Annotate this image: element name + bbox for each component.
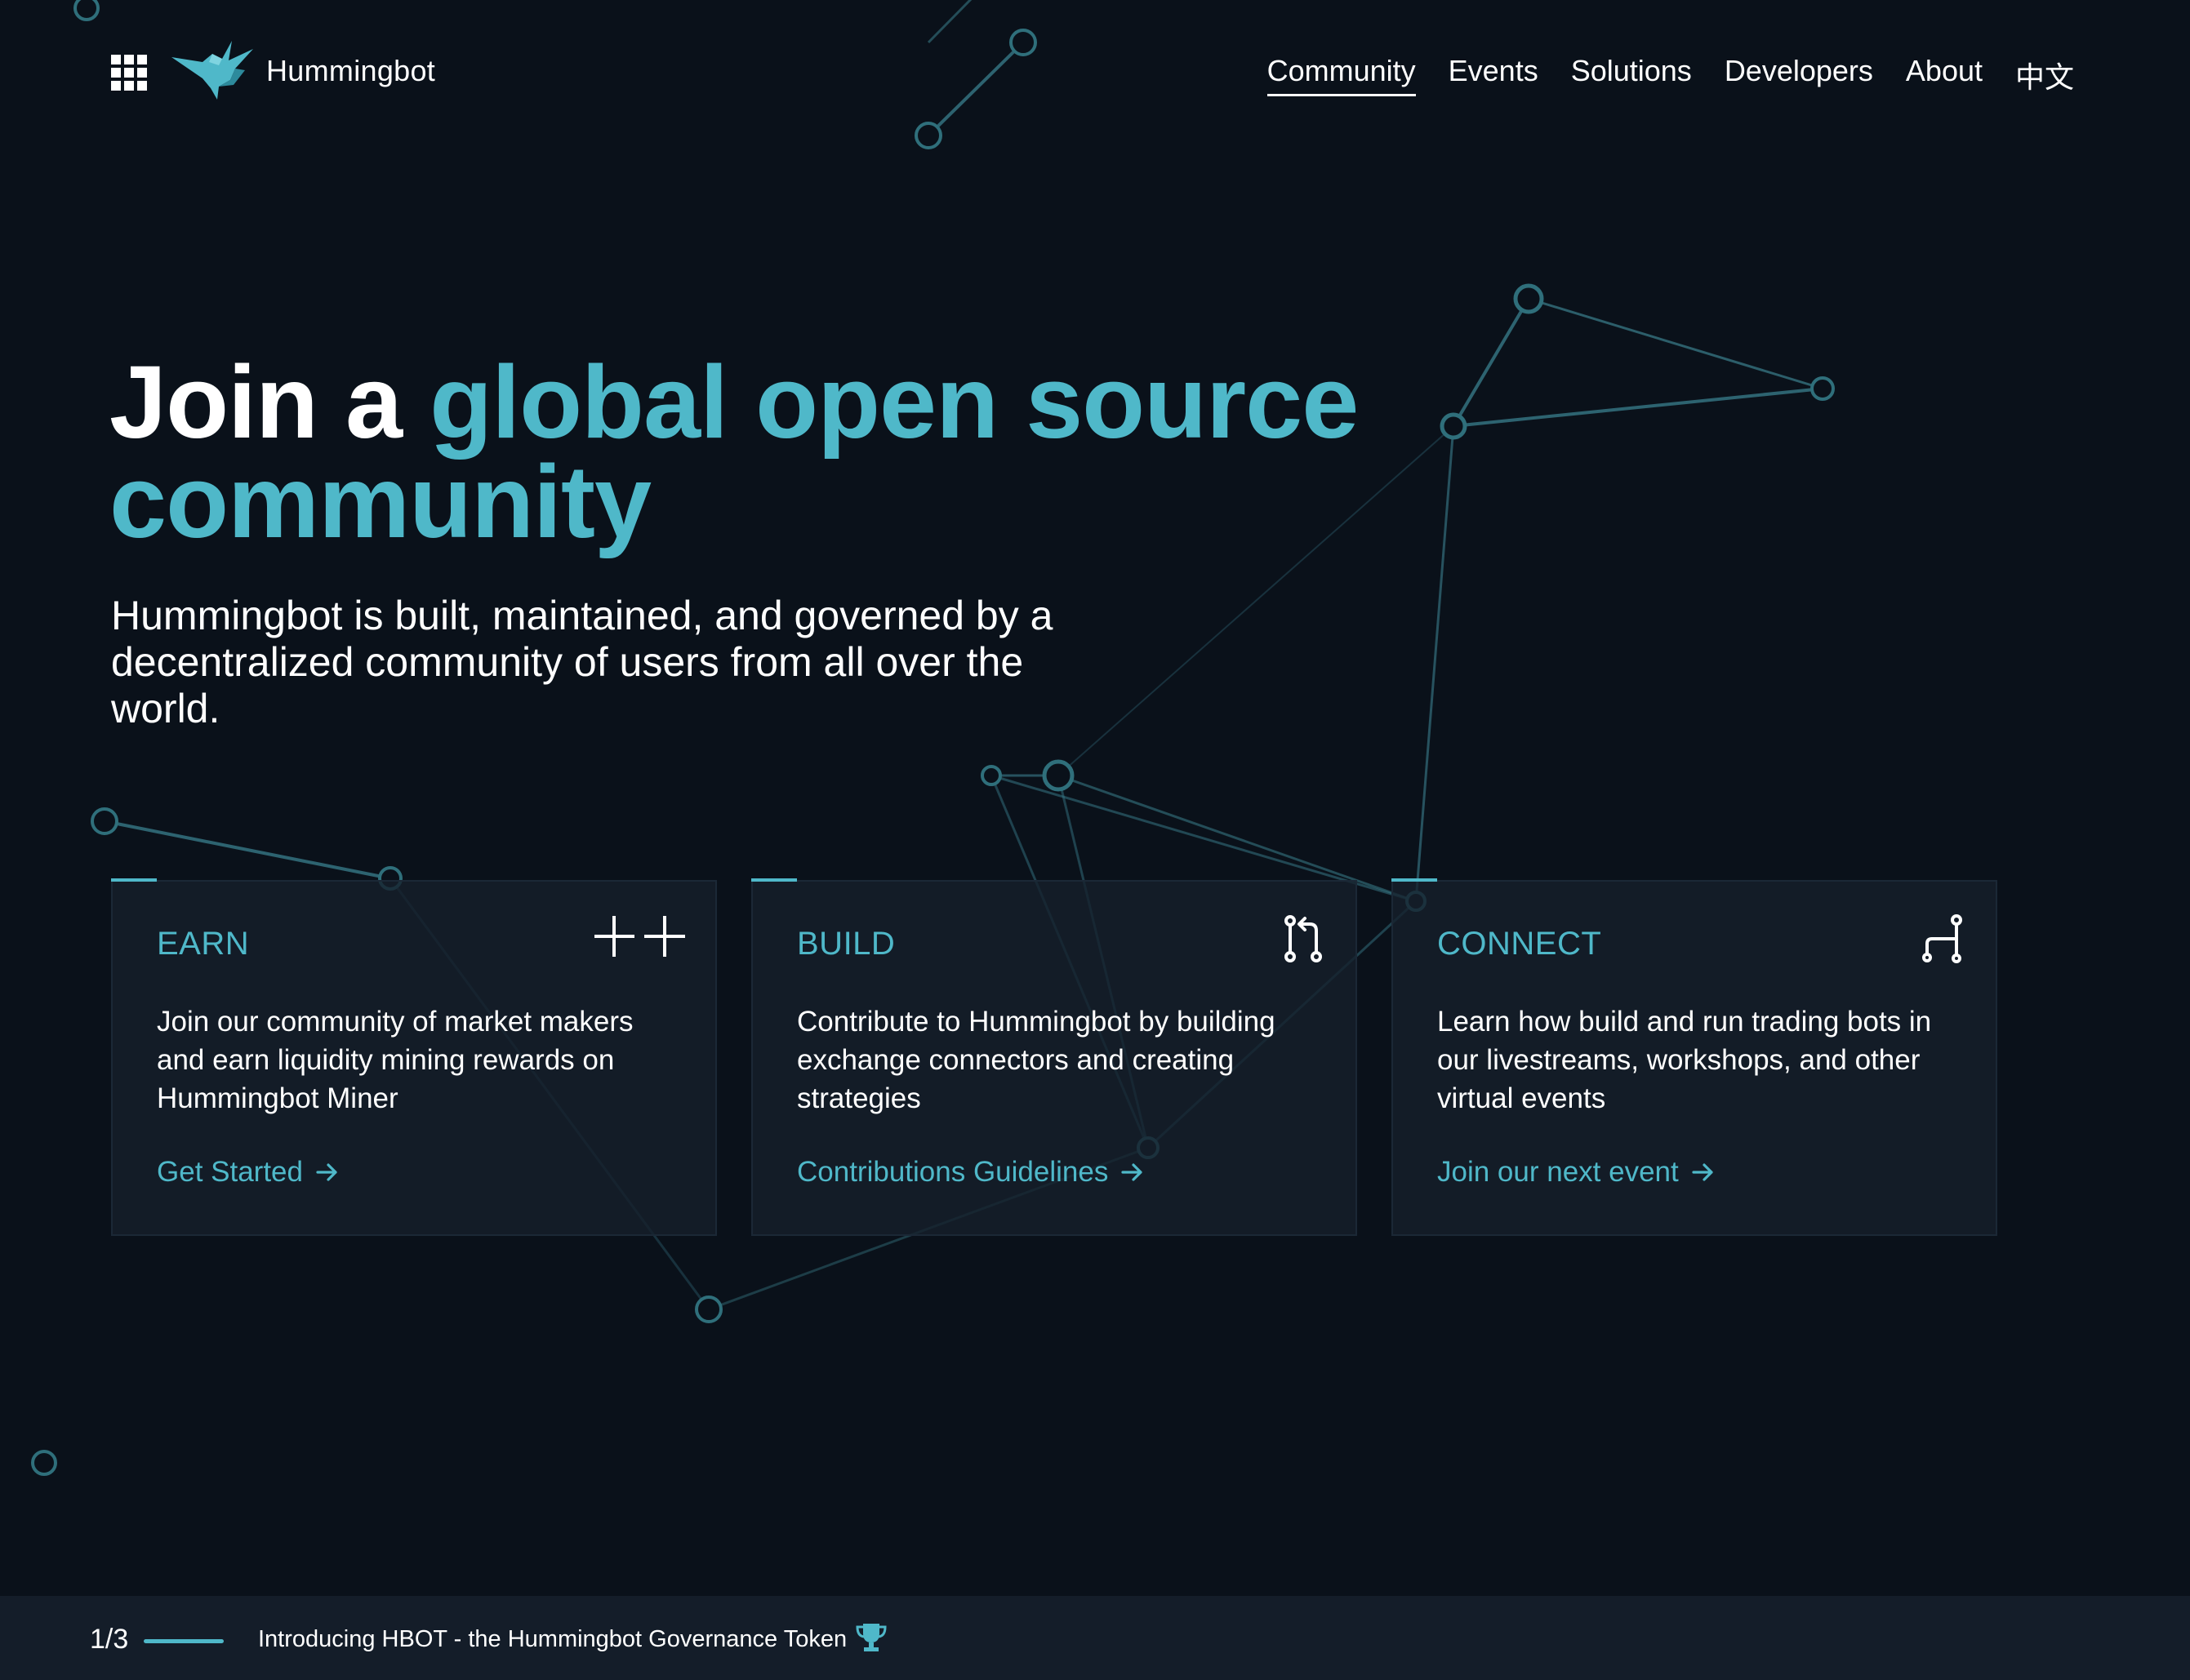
nav-community[interactable]: Community (1266, 54, 1416, 96)
card-accent-line (1391, 878, 1437, 882)
plus-plus-icon (594, 916, 685, 957)
get-started-link[interactable]: Get Started (157, 1156, 341, 1189)
network-background (31, 0, 1835, 1476)
pull-request-icon (1284, 915, 1322, 962)
main-nav: Community Events Solutions Developers Ab… (1266, 54, 2074, 96)
trophy-icon (856, 1624, 887, 1651)
hero-subtitle: Hummingbot is built, maintained, and gov… (111, 593, 1053, 731)
connect-card-text: Learn how build and run trading bots in … (1437, 1006, 1932, 1114)
nav-developers[interactable]: Developers (1725, 54, 1873, 96)
page: Hummingbot Community Events Solutions De… (0, 0, 2190, 1680)
build-card: BUILD Contribute to Hummingbot by buildi… (751, 878, 1357, 1236)
hero-title-lead: Join a (109, 344, 430, 460)
hero-title: Join a global open source community (109, 351, 1498, 553)
arrow-right-icon (316, 1163, 337, 1181)
connect-card-title: CONNECT (1437, 926, 1602, 962)
announcement-ticker: 1/3 Introducing HBOT - the Hummingbot Go… (0, 1596, 2190, 1680)
build-card-title: BUILD (797, 926, 896, 962)
ticker-headline[interactable]: Introducing HBOT - the Hummingbot Govern… (258, 1626, 847, 1653)
ticker-counter: 1/3 (90, 1624, 129, 1655)
arrow-right-icon (1692, 1163, 1713, 1181)
apps-grid-icon[interactable] (111, 55, 147, 91)
hummingbird-logo-icon[interactable] (170, 38, 255, 103)
card-accent-line (111, 878, 157, 882)
nav-about[interactable]: About (1906, 54, 1983, 96)
build-card-text: Contribute to Hummingbot by building exc… (797, 1006, 1275, 1114)
join-next-event-link[interactable]: Join our next event (1437, 1156, 1716, 1189)
site-header: Hummingbot Community Events Solutions De… (0, 0, 2190, 147)
nav-language-toggle[interactable]: 中文 (2015, 54, 2074, 96)
arrow-right-icon (1121, 1163, 1142, 1181)
brand-name[interactable]: Hummingbot (266, 54, 435, 88)
contributions-guidelines-label: Contributions Guidelines (797, 1156, 1109, 1188)
get-started-label: Get Started (157, 1156, 303, 1188)
nav-events[interactable]: Events (1449, 54, 1538, 96)
connect-card: CONNECT Learn how build and run trading … (1391, 878, 1997, 1236)
connect-node-icon (1922, 914, 1962, 963)
card-accent-line (751, 878, 797, 882)
join-next-event-label: Join our next event (1437, 1156, 1679, 1188)
contributions-guidelines-link[interactable]: Contributions Guidelines (797, 1156, 1146, 1189)
earn-card: EARN Join our community of market makers… (111, 878, 717, 1236)
nav-solutions[interactable]: Solutions (1571, 54, 1692, 96)
ticker-progress-bar (144, 1639, 224, 1643)
earn-card-text: Join our community of market makers and … (157, 1006, 634, 1114)
earn-card-title: EARN (157, 926, 250, 962)
